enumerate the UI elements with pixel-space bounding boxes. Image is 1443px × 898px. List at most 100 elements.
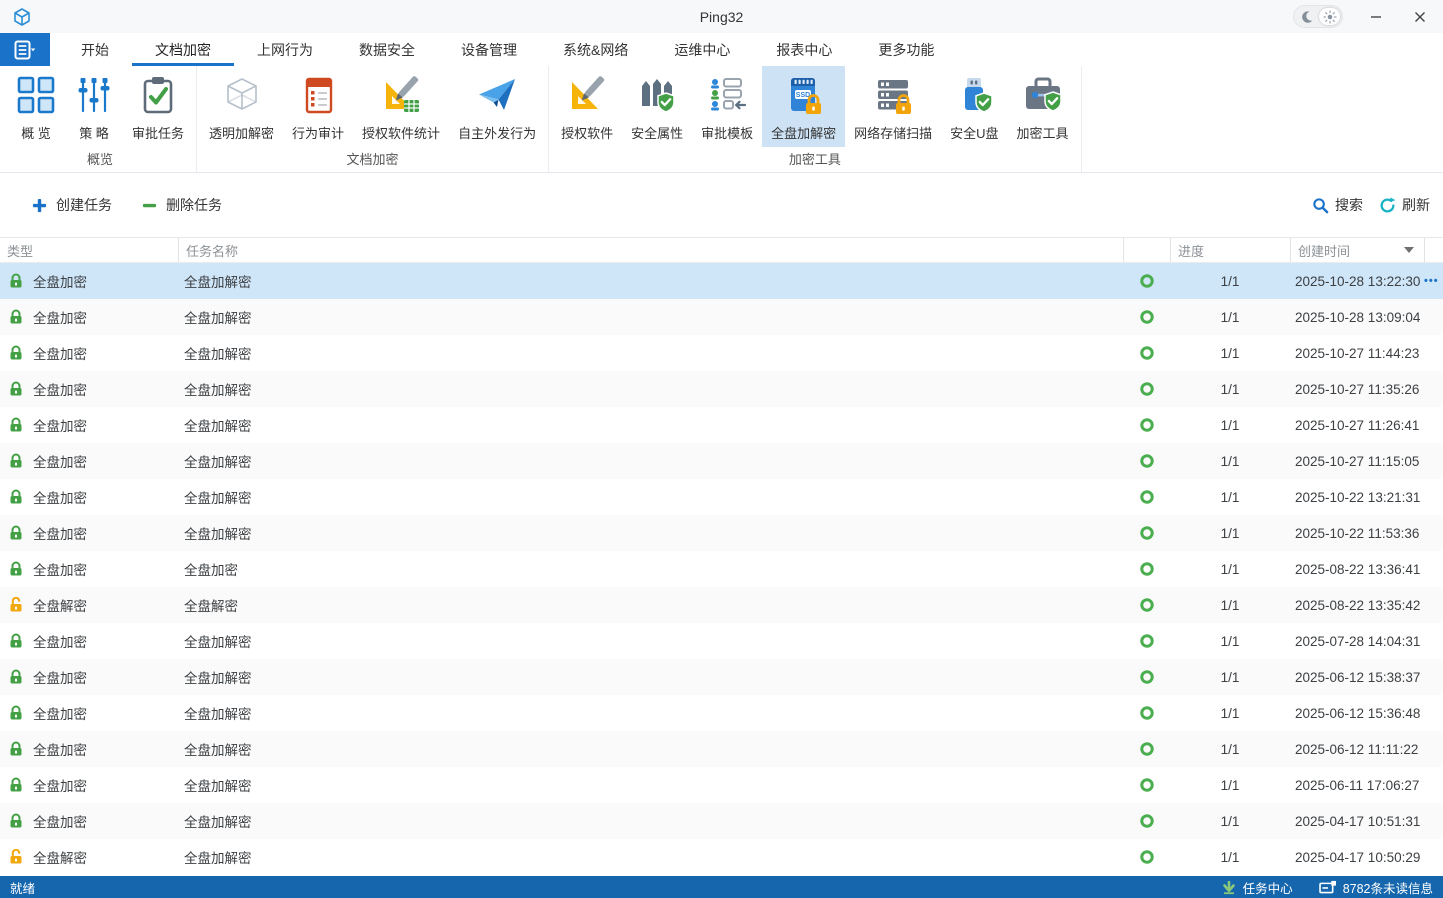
task-table-body: 全盘加密全盘加解密1/12025-10-28 13:22:30•••全盘加密全盘… <box>0 263 1443 876</box>
cell-task-name: 全盘加解密 <box>178 811 1123 831</box>
column-header-name[interactable]: 任务名称 <box>178 238 1123 262</box>
ribbon-item-0-2[interactable]: 审批任务 <box>123 66 193 147</box>
ribbon-item-1-2[interactable]: 授权软件统计 <box>353 66 449 147</box>
ribbon-item-2-4[interactable]: 网络存储扫描 <box>845 66 941 147</box>
column-header-status[interactable] <box>1123 238 1170 262</box>
table-row[interactable]: 全盘加密全盘加解密1/12025-10-27 11:15:05 <box>0 443 1443 479</box>
column-header-progress[interactable]: 进度 <box>1170 238 1290 262</box>
progress-ring-icon <box>1139 633 1155 649</box>
table-row[interactable]: 全盘解密全盘加解密1/12025-04-17 10:50:29 <box>0 839 1443 875</box>
table-row[interactable]: 全盘加密全盘加解密1/12025-07-28 14:04:31 <box>0 623 1443 659</box>
task-name-label: 全盘加解密 <box>184 275 252 290</box>
table-row[interactable]: 全盘加密全盘加解密1/12025-10-28 13:09:04 <box>0 299 1443 335</box>
app-menu-button[interactable] <box>0 33 50 66</box>
task-created-label: 2025-06-12 15:38:37 <box>1295 670 1420 685</box>
menu-tab-7[interactable]: 报表中心 <box>753 33 855 66</box>
table-row[interactable]: 全盘加密全盘加解密1/12025-06-12 15:36:48 <box>0 695 1443 731</box>
sun-icon <box>1323 10 1337 24</box>
ribbon-item-label: 审批任务 <box>132 123 184 142</box>
minimize-button[interactable] <box>1365 6 1387 28</box>
search-button[interactable]: 搜索 <box>1312 195 1363 215</box>
task-center-button[interactable]: 任务中心 <box>1221 878 1293 897</box>
menu-tab-3[interactable]: 数据安全 <box>336 33 438 66</box>
cell-task-status <box>1123 669 1170 685</box>
cell-task-created: 2025-10-22 11:53:36 <box>1290 526 1424 541</box>
cell-task-progress: 1/1 <box>1170 562 1290 577</box>
approval-tasks-icon <box>138 75 178 115</box>
theme-toggle[interactable] <box>1293 5 1343 28</box>
table-row[interactable]: 全盘加密全盘加解密1/12025-10-28 13:22:30••• <box>0 263 1443 299</box>
menu-tab-5[interactable]: 系统&网络 <box>540 33 651 66</box>
ribbon-item-2-0[interactable]: 授权软件 <box>552 66 622 147</box>
theme-dark-option[interactable] <box>1296 8 1317 25</box>
cell-task-progress: 1/1 <box>1170 310 1290 325</box>
table-row[interactable]: 全盘加密全盘加解密1/12025-06-11 17:06:27 <box>0 767 1443 803</box>
table-row[interactable]: 全盘加密全盘加解密1/12025-10-27 11:44:23 <box>0 335 1443 371</box>
task-name-label: 全盘加解密 <box>184 635 252 650</box>
ribbon-item-2-5[interactable]: 安全U盘 <box>941 66 1007 147</box>
table-row[interactable]: 全盘加密全盘加解密1/12025-10-27 11:26:41 <box>0 407 1443 443</box>
ribbon-item-1-3[interactable]: 自主外发行为 <box>449 66 545 147</box>
table-row[interactable]: 全盘解密全盘解密1/12025-08-22 13:35:42 <box>0 587 1443 623</box>
window-title: Ping32 <box>0 9 1443 25</box>
table-row[interactable]: 全盘加密全盘加解密1/12025-06-12 11:11:22 <box>0 731 1443 767</box>
column-header-type[interactable]: 类型 <box>0 238 178 262</box>
theme-light-option[interactable] <box>1319 8 1340 25</box>
menu-tab-1[interactable]: 文档加密 <box>132 33 234 66</box>
menu-tab-label: 开始 <box>81 40 109 60</box>
column-header-created[interactable]: 创建时间 <box>1290 238 1424 262</box>
menu-tab-0[interactable]: 开始 <box>58 33 132 66</box>
menu-tab-6[interactable]: 运维中心 <box>651 33 753 66</box>
menu-tab-2[interactable]: 上网行为 <box>234 33 336 66</box>
ribbon-item-2-2[interactable]: 审批模板 <box>692 66 762 147</box>
ribbon-item-2-3[interactable]: SSD全盘加解密 <box>762 66 845 147</box>
ribbon-item-0-0[interactable]: 概 览 <box>7 66 65 147</box>
app-window: Ping32 开始 文档加密 上网行为数据安全设备管理系统&网络运维中心报表中心更多… <box>0 0 1443 898</box>
lock-closed-icon <box>8 633 24 649</box>
cell-task-type: 全盘加密 <box>0 523 178 543</box>
unread-messages-button[interactable]: 8782条未读信息 <box>1319 878 1433 897</box>
search-label: 搜索 <box>1335 195 1363 215</box>
ribbon-item-label: 自主外发行为 <box>458 123 536 142</box>
progress-ring-icon <box>1139 417 1155 433</box>
table-row[interactable]: 全盘加密全盘加解密1/12025-10-22 11:53:36 <box>0 515 1443 551</box>
menu-tab-label: 文档加密 <box>155 40 211 60</box>
cell-task-name: 全盘加密 <box>178 559 1123 579</box>
ribbon-item-0-1[interactable]: 策 略 <box>65 66 123 147</box>
progress-ring-icon <box>1139 705 1155 721</box>
progress-ring-icon <box>1139 669 1155 685</box>
menu-tab-4[interactable]: 设备管理 <box>438 33 540 66</box>
ribbon-item-1-1[interactable]: 行为审计 <box>283 66 353 147</box>
delete-task-button[interactable]: 删除任务 <box>142 195 222 215</box>
cell-task-name: 全盘加解密 <box>178 271 1123 291</box>
ribbon-item-2-1[interactable]: 安全属性 <box>622 66 692 147</box>
table-row[interactable]: 全盘加密全盘加解密1/12025-06-12 15:38:37 <box>0 659 1443 695</box>
task-name-label: 全盘加解密 <box>184 455 252 470</box>
ribbon-item-1-0[interactable]: 透明加解密 <box>200 66 283 147</box>
refresh-button[interactable]: 刷新 <box>1379 195 1430 215</box>
cell-task-type: 全盘加密 <box>0 775 178 795</box>
table-row[interactable]: 全盘加密全盘加解密1/12025-10-27 11:35:26 <box>0 371 1443 407</box>
progress-ring-icon <box>1139 561 1155 577</box>
cell-task-name: 全盘加解密 <box>178 487 1123 507</box>
close-button[interactable] <box>1409 6 1431 28</box>
task-progress-label: 1/1 <box>1221 418 1240 433</box>
cell-task-status <box>1123 849 1170 865</box>
lock-closed-icon <box>8 417 24 433</box>
task-type-label: 全盘加密 <box>33 415 87 435</box>
cell-task-status <box>1123 597 1170 613</box>
task-type-label: 全盘解密 <box>33 847 87 867</box>
cell-task-type: 全盘加密 <box>0 739 178 759</box>
ribbon-item-label: 审批模板 <box>701 123 753 142</box>
cell-task-type: 全盘加密 <box>0 559 178 579</box>
cell-task-name: 全盘加解密 <box>178 415 1123 435</box>
create-task-button[interactable]: 创建任务 <box>32 195 112 215</box>
ribbon-item-2-6[interactable]: 加密工具 <box>1008 66 1078 147</box>
menu-tab-8[interactable]: 更多功能 <box>855 33 957 66</box>
lock-closed-icon <box>8 345 24 361</box>
table-row[interactable]: 全盘加密全盘加解密1/12025-10-22 13:21:31 <box>0 479 1443 515</box>
task-created-label: 2025-06-12 11:11:22 <box>1295 742 1418 757</box>
table-row[interactable]: 全盘加密全盘加解密1/12025-04-17 10:51:31 <box>0 803 1443 839</box>
table-row[interactable]: 全盘加密全盘加密1/12025-08-22 13:36:41 <box>0 551 1443 587</box>
row-actions-ellipsis[interactable]: ••• <box>1424 275 1439 287</box>
